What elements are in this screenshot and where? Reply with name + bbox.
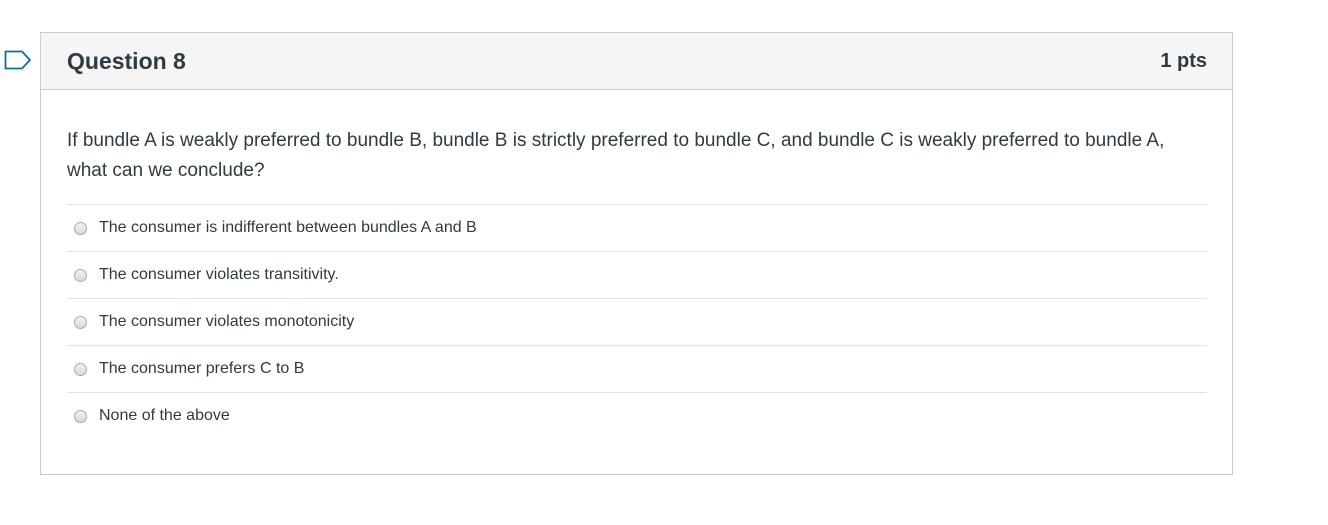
radio-unchecked-icon[interactable] — [74, 221, 87, 235]
question-card: Question 8 1 pts If bundle A is weakly p… — [40, 32, 1233, 475]
answer-label[interactable]: The consumer prefers C to B — [99, 360, 304, 378]
answer-option[interactable]: The consumer prefers C to B — [67, 346, 1207, 393]
question-title: Question 8 — [67, 47, 186, 74]
answer-label[interactable]: None of the above — [99, 407, 230, 425]
answer-option[interactable]: None of the above — [67, 393, 1207, 439]
flag-question-icon[interactable] — [4, 50, 32, 70]
question-text: If bundle A is weakly preferred to bundl… — [67, 130, 1165, 181]
answer-option[interactable]: The consumer violates transitivity. — [67, 252, 1207, 299]
radio-unchecked-icon[interactable] — [74, 409, 87, 423]
answer-label[interactable]: The consumer violates transitivity. — [99, 266, 339, 284]
question-points: 1 pts — [1160, 49, 1207, 72]
answer-label[interactable]: The consumer violates monotonicity — [99, 313, 354, 331]
answer-option[interactable]: The consumer violates monotonicity — [67, 299, 1207, 346]
answer-list: The consumer is indifferent between bund… — [67, 204, 1207, 439]
radio-unchecked-icon[interactable] — [74, 268, 87, 282]
answer-option[interactable]: The consumer is indifferent between bund… — [67, 205, 1207, 252]
question-body: If bundle A is weakly preferred to bundl… — [41, 90, 1232, 439]
radio-unchecked-icon[interactable] — [74, 315, 87, 329]
question-header: Question 8 1 pts — [41, 33, 1232, 90]
radio-unchecked-icon[interactable] — [74, 362, 87, 376]
quiz-page: Question 8 1 pts If bundle A is weakly p… — [0, 0, 1328, 525]
answer-label[interactable]: The consumer is indifferent between bund… — [99, 219, 477, 237]
